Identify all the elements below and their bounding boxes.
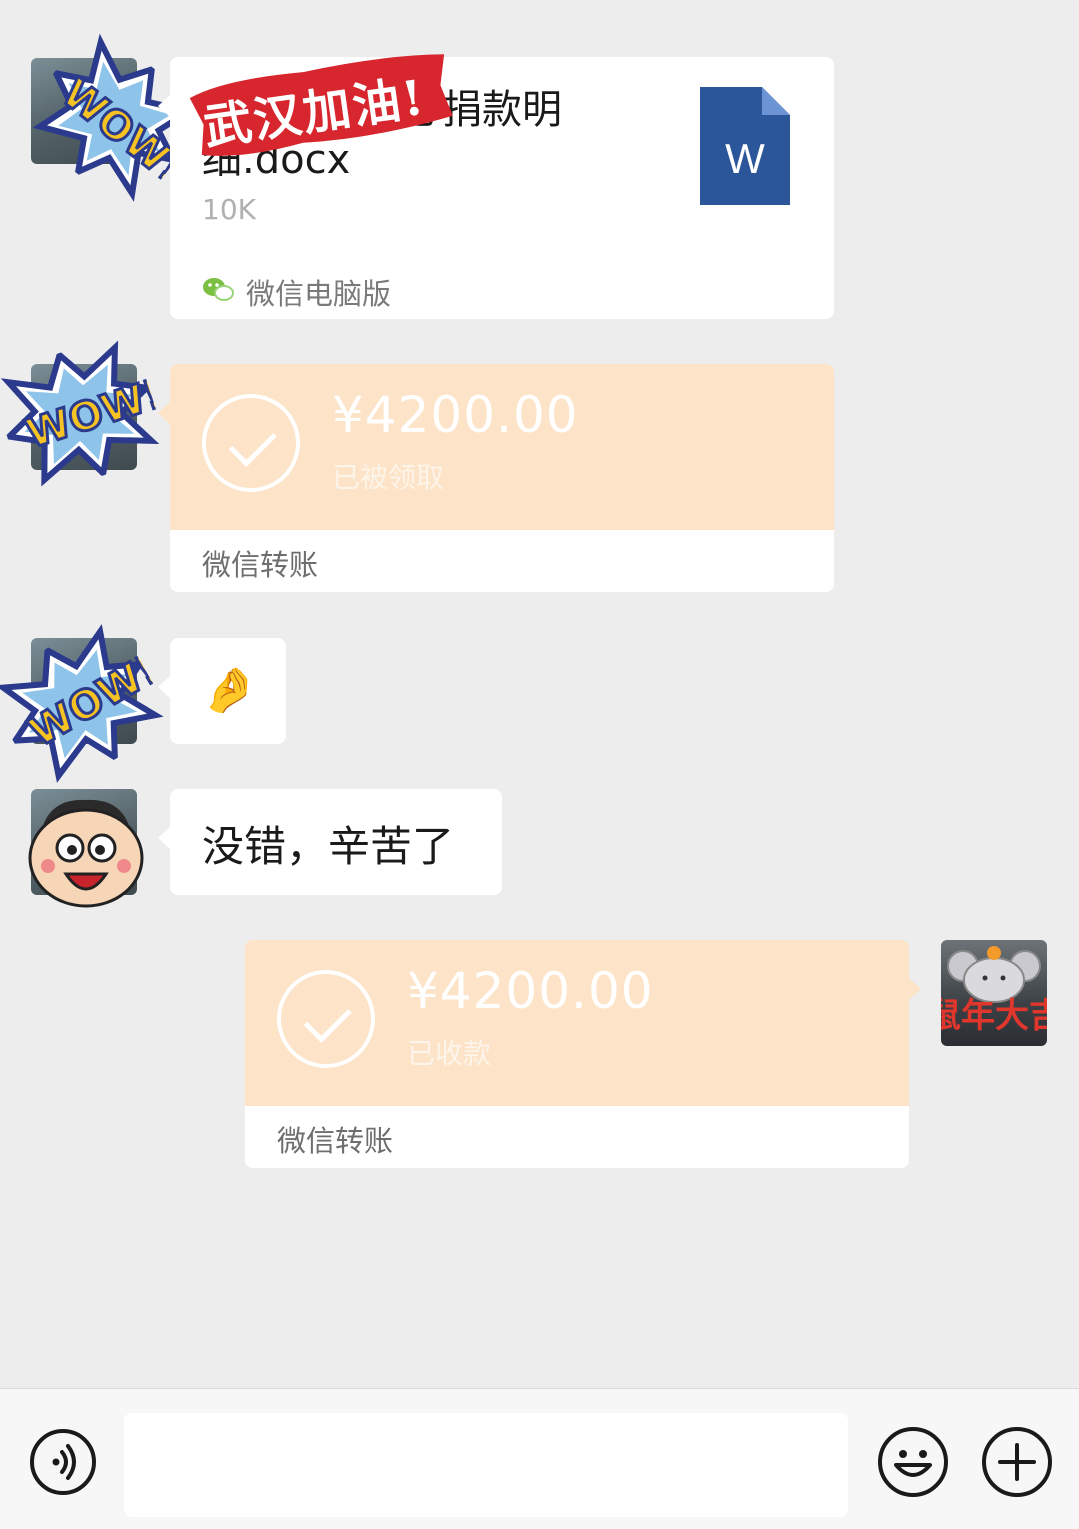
transfer-status: 已收款 [407, 1037, 492, 1070]
timestamp-fragment: · · · · · [430, 0, 590, 6]
file-size: 10K [202, 193, 256, 226]
transfer-header: ¥4200.00 已被领取 [170, 364, 834, 530]
wow-sticker: WOW! [0, 623, 168, 783]
transfer-amount: ¥4200.00 [332, 386, 579, 444]
avatar-sticker-text: 鼠年大吉 [941, 996, 1047, 1036]
voice-button[interactable] [30, 1429, 96, 1495]
text-message-bubble[interactable]: 没错，辛苦了 [158, 789, 502, 895]
smiley-icon [894, 1450, 932, 1477]
message-input[interactable] [124, 1413, 848, 1517]
check-icon [202, 394, 300, 492]
transfer-footer: 微信转账 [245, 1106, 909, 1168]
own-avatar[interactable]: 鼠年大吉 [941, 940, 1047, 1046]
transfer-label: 微信转账 [202, 548, 319, 582]
check-icon [277, 970, 375, 1068]
transfer-sent-card[interactable]: ¥4200.00 已收款 微信转账 [245, 940, 921, 1168]
word-document-icon: W [700, 87, 790, 205]
wow-sticker: WOW! [0, 340, 170, 487]
transfer-label: 微信转账 [277, 1124, 394, 1158]
plus-icon [998, 1443, 1036, 1481]
transfer-footer: 微信转账 [170, 530, 834, 592]
transfer-status: 已被领取 [332, 461, 445, 494]
cartoon-face-sticker [28, 799, 144, 908]
transfer-amount: ¥4200.00 [407, 962, 654, 1020]
emoji-message-bubble[interactable]: 🤌 [158, 638, 286, 744]
transfer-header: ¥4200.00 已收款 [245, 940, 909, 1106]
transfer-received-card[interactable]: ¥4200.00 已被领取 微信转账 [158, 364, 834, 592]
svg-text:W: W [725, 135, 765, 182]
wechat-pc-icon [203, 278, 234, 301]
voice-icon [52, 1444, 76, 1480]
input-bar [0, 1388, 1079, 1529]
emoji-button[interactable] [878, 1427, 948, 1497]
hand-emoji-icon: 🤌 [202, 665, 257, 716]
more-button[interactable] [982, 1427, 1052, 1497]
file-source-label: 微信电脑版 [246, 277, 392, 311]
message-text: 没错，辛苦了 [202, 822, 455, 871]
